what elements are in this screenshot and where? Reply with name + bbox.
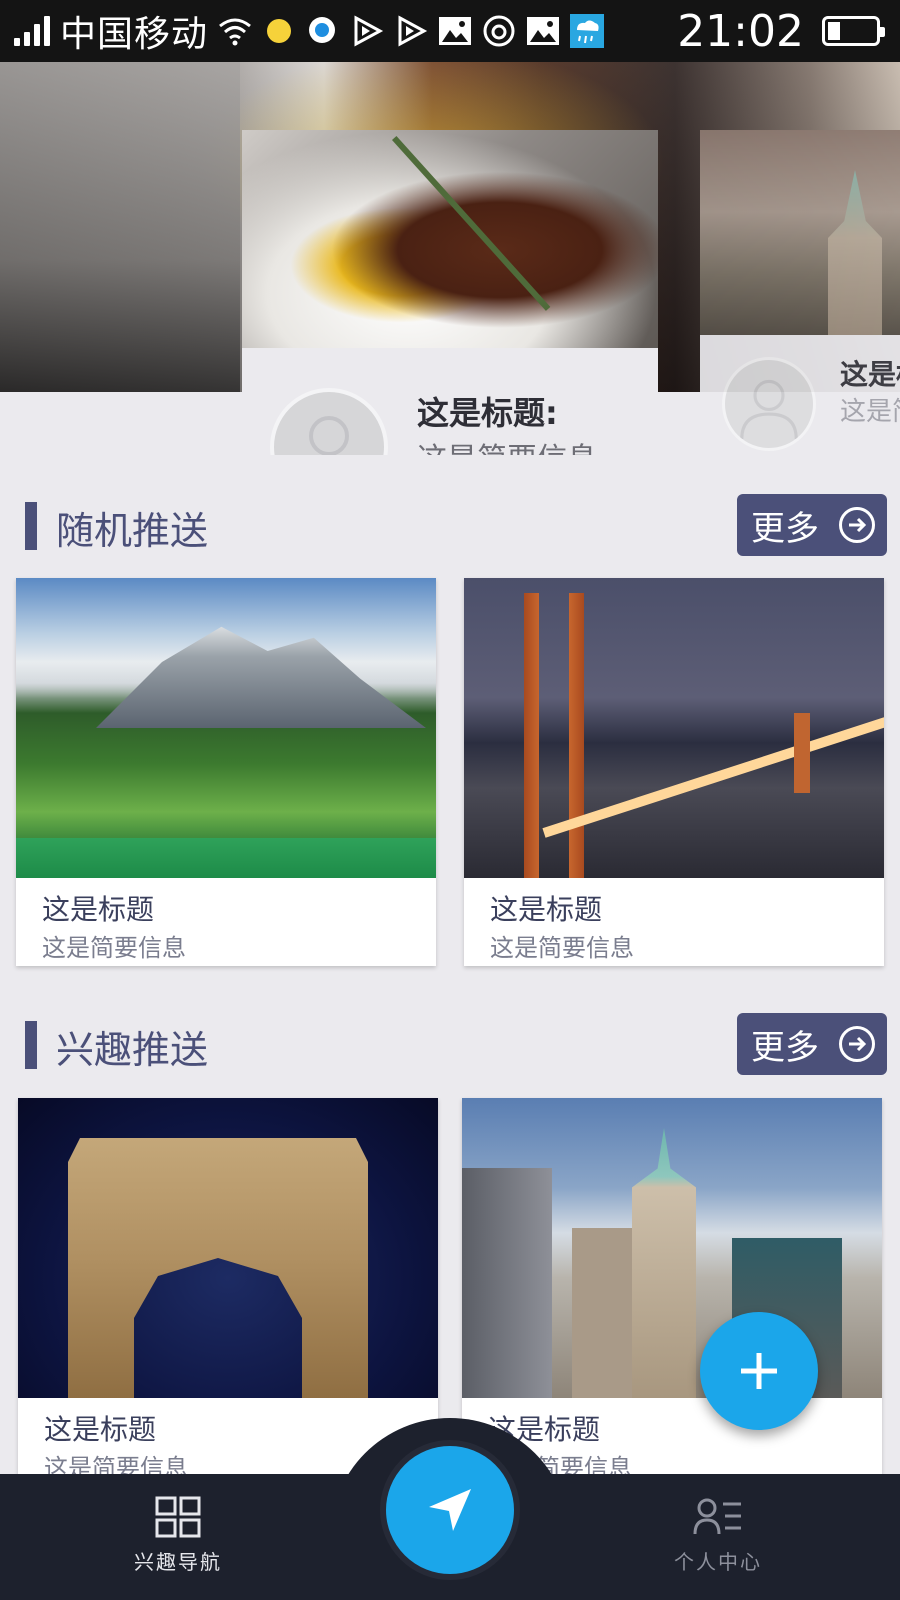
steak-dish-image [242,130,658,348]
navigation-arrow-icon [429,1489,471,1531]
interest-push-header: 兴趣推送 更多 [0,1013,900,1077]
qq-browser-icon [306,14,340,48]
yellow-dot-icon [262,14,296,48]
arrow-right-circle-icon [839,507,875,543]
content-card[interactable]: 这是标题 这是简要信息 [464,578,884,966]
section-marker [25,502,37,550]
nav-interest[interactable]: 兴趣导航 [108,1496,248,1586]
content-card[interactable]: 这是标题 这是简要信息 [462,1098,882,1486]
arrow-right-circle-icon [839,1026,875,1062]
card-title: 这是标题 [44,1413,157,1446]
more-button-label: 更多 [751,508,819,549]
author-avatar[interactable] [270,388,388,455]
more-button-label: 更多 [751,1027,819,1068]
featured-carousel-card[interactable]: 这是标题: 这是简要信息 [242,130,658,455]
nav-profile[interactable]: 个人中心 [648,1496,788,1586]
golden-gate-bridge-image [464,578,884,878]
add-fab-button[interactable] [700,1312,818,1430]
card-subtitle: 这是简要信息 [42,934,186,962]
content-card[interactable]: 这是标题 这是简要信息 [16,578,436,966]
card-title: 这是标题 [42,893,155,926]
section-title: 随机推送 [56,509,209,553]
more-button[interactable]: 更多 [737,494,887,556]
wifi-icon [218,14,252,48]
nav-profile-label: 个人中心 [674,1550,762,1574]
section-title: 兴趣推送 [56,1028,209,1072]
city-skyline-image [462,1098,882,1398]
user-placeholder-icon [309,416,349,455]
next-carousel-card[interactable]: 这是标 这是简 [700,130,900,455]
section-marker [25,1021,37,1069]
next-card-subtitle: 这是简 [840,397,900,427]
signal-icon [14,16,50,46]
author-avatar[interactable] [722,357,816,451]
netease-music-icon [482,14,516,48]
next-card-title: 这是标 [840,358,900,391]
play-icon [350,14,384,48]
user-list-icon [693,1498,741,1535]
carrier-name: 中国移动 [60,14,209,55]
grid-icon [155,1496,201,1538]
more-button[interactable]: 更多 [737,1013,887,1075]
gallery-icon [526,14,560,48]
skyline-image [700,130,900,340]
status-time: 21:02 [677,6,804,57]
user-placeholder-icon [740,379,798,439]
nav-interest-label: 兴趣导航 [134,1550,222,1574]
navigate-center-button[interactable] [380,1440,520,1580]
gallery-icon [438,14,472,48]
random-push-header: 随机推送 更多 [0,494,900,558]
arc-de-triomphe-image [18,1098,438,1398]
featured-card-title: 这是标题: [417,394,558,432]
card-title: 这是标题 [490,893,603,926]
battery-icon [822,16,885,46]
content-card[interactable]: 这是标题 这是简要信息 [18,1098,438,1486]
plus-icon [741,1353,777,1389]
featured-card-subtitle: 这是简要信息 [417,434,597,455]
rain-weather-icon [570,14,605,48]
mountain-lake-image [16,578,436,878]
play-icon [394,14,428,48]
status-bar: 中国移动 21:02 [0,0,900,62]
card-subtitle: 这是简要信息 [490,934,634,962]
